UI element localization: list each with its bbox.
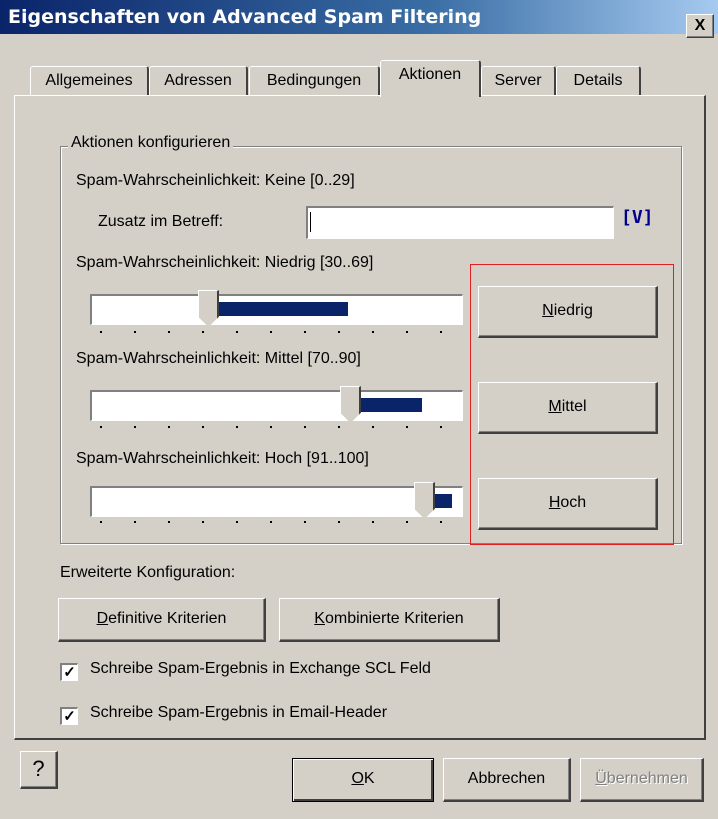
tab-label: Server [494, 72, 542, 89]
help-button[interactable]: ? [20, 751, 58, 789]
slider-tick [270, 521, 272, 523]
tab-adressen[interactable]: Adressen [149, 66, 248, 95]
slider-tick [440, 521, 442, 523]
medium-slider-track[interactable] [90, 390, 463, 421]
slider-tick [168, 331, 170, 333]
slider-tick [202, 331, 204, 333]
slider-tick [100, 426, 102, 428]
slider-tick [236, 331, 238, 333]
slider-tick [100, 331, 102, 333]
slider-tick [134, 331, 136, 333]
extended-config-label: Erweiterte Konfiguration: [60, 564, 236, 581]
high-slider-ticks [100, 521, 460, 525]
slider-tick [134, 521, 136, 523]
slider-tick [168, 521, 170, 523]
slider-tick [406, 331, 408, 333]
low-slider-track[interactable] [90, 294, 463, 325]
slider-tick [372, 426, 374, 428]
tab-allgemeines[interactable]: Allgemeines [30, 66, 149, 95]
slider-tick [270, 331, 272, 333]
accesskey: Ü [595, 770, 607, 787]
tab-label: Adressen [164, 72, 232, 89]
email-header-checkbox[interactable]: ✓ [60, 707, 78, 725]
subject-prefix-label: Zusatz im Betreff: [98, 213, 224, 230]
scl-field-label: Schreibe Spam-Ergebnis in Exchange SCL F… [90, 660, 431, 677]
subject-prefix-input[interactable] [306, 206, 614, 239]
tab-aktionen[interactable]: Aktionen [380, 60, 481, 97]
tab-label: Aktionen [398, 66, 462, 83]
cancel-button[interactable]: Abbrechen [443, 758, 571, 802]
accesskey: O [351, 770, 364, 787]
slider-tick [440, 426, 442, 428]
combined-criteria-button[interactable]: Kombinierte Kriterien [279, 598, 500, 642]
medium-probability-label: Spam-Wahrscheinlichkeit: Mittel [70..90] [76, 350, 361, 367]
none-probability-label: Spam-Wahrscheinlichkeit: Keine [0..29] [76, 172, 355, 189]
low-slider-range [210, 302, 348, 316]
close-button[interactable]: X [686, 14, 714, 38]
slider-tick [406, 426, 408, 428]
button-label: K [363, 770, 375, 787]
slider-tick [202, 426, 204, 428]
slider-tick [304, 426, 306, 428]
text-caret [310, 212, 311, 232]
button-label: Abbrechen [467, 770, 546, 787]
tab-bedingungen[interactable]: Bedingungen [249, 66, 380, 95]
close-icon: X [694, 17, 706, 34]
slider-tick [372, 521, 374, 523]
groupbox-title: Aktionen konfigurieren [68, 134, 234, 152]
definitive-criteria-button[interactable]: Definitive Kriterien [58, 598, 266, 642]
email-header-label: Schreibe Spam-Ergebnis in Email-Header [90, 704, 388, 721]
tab-details[interactable]: Details [556, 66, 641, 95]
slider-tick [236, 426, 238, 428]
tab-server[interactable]: Server [481, 66, 556, 95]
tab-label: Details [573, 72, 623, 89]
button-label: ombinierte Kriterien [324, 610, 464, 627]
medium-slider-ticks [100, 426, 460, 430]
slider-tick [440, 331, 442, 333]
slider-tick [236, 521, 238, 523]
apply-button[interactable]: Übernehmen [580, 758, 704, 802]
highlight-box [470, 264, 674, 545]
slider-tick [338, 331, 340, 333]
scl-field-checkbox[interactable]: ✓ [60, 663, 78, 681]
high-probability-label: Spam-Wahrscheinlichkeit: Hoch [91..100] [76, 450, 369, 467]
tab-label: Bedingungen [266, 72, 362, 89]
help-icon: ? [32, 756, 45, 781]
button-label: bernehmen [606, 770, 688, 787]
variable-button[interactable]: [V] [621, 207, 654, 228]
slider-tick [100, 521, 102, 523]
accesskey: K [314, 610, 325, 627]
slider-tick [304, 331, 306, 333]
button-label: efinitive Kriterien [108, 610, 227, 627]
low-probability-label: Spam-Wahrscheinlichkeit: Niedrig [30..69… [76, 254, 374, 271]
slider-tick [338, 426, 340, 428]
slider-tick [406, 521, 408, 523]
slider-tick [338, 521, 340, 523]
slider-tick [372, 331, 374, 333]
window-title: Eigenschaften von Advanced Spam Filterin… [8, 6, 482, 28]
accesskey: D [96, 610, 109, 627]
slider-tick [304, 521, 306, 523]
slider-tick [270, 426, 272, 428]
tab-label: Allgemeines [45, 72, 133, 89]
slider-tick [202, 521, 204, 523]
high-slider-track[interactable] [90, 486, 463, 517]
ok-button[interactable]: OK [292, 758, 434, 802]
slider-tick [168, 426, 170, 428]
low-slider-ticks [100, 331, 460, 335]
slider-tick [134, 426, 136, 428]
